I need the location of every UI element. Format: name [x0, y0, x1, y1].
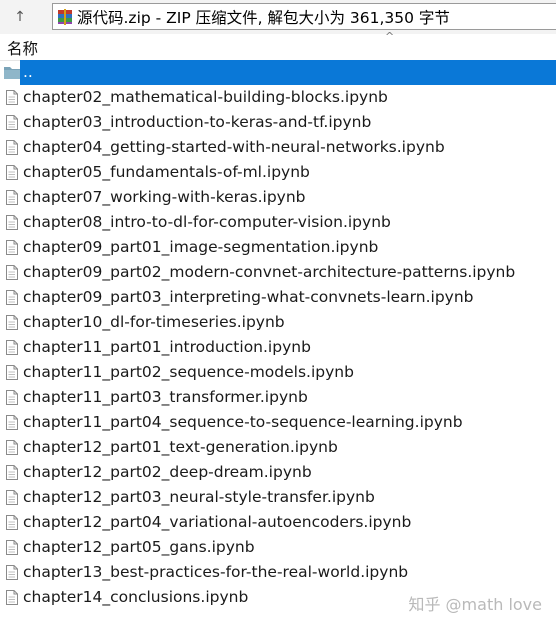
file-name: chapter08_intro-to-dl-for-computer-visio…	[23, 213, 391, 231]
file-name: chapter07_working-with-keras.ipynb	[23, 188, 306, 206]
document-icon	[6, 190, 18, 205]
address-bar[interactable]: 源代码.zip - ZIP 压缩文件, 解包大小为 361,350 字节	[52, 3, 556, 30]
file-name: chapter11_part01_introduction.ipynb	[23, 338, 311, 356]
file-name: chapter04_getting-started-with-neural-ne…	[23, 138, 445, 156]
document-icon	[6, 565, 18, 580]
column-header: 名称 ^	[0, 30, 556, 61]
sort-ascending-icon: ^	[385, 30, 395, 43]
file-name: chapter11_part04_sequence-to-sequence-le…	[23, 413, 463, 431]
document-icon	[6, 465, 18, 480]
file-name: chapter09_part03_interpreting-what-convn…	[23, 288, 474, 306]
document-icon	[6, 540, 18, 555]
document-icon	[6, 440, 18, 455]
document-icon	[6, 590, 18, 605]
document-icon	[6, 490, 18, 505]
document-icon	[6, 140, 18, 155]
document-icon	[6, 415, 18, 430]
file-row[interactable]: chapter12_part01_text-generation.ipynb	[0, 435, 556, 460]
file-name: chapter05_fundamentals-of-ml.ipynb	[23, 163, 310, 181]
file-name: chapter12_part05_gans.ipynb	[23, 538, 255, 556]
document-icon	[6, 265, 18, 280]
file-row[interactable]: chapter11_part03_transformer.ipynb	[0, 385, 556, 410]
file-name: chapter13_best-practices-for-the-real-wo…	[23, 563, 409, 581]
file-row[interactable]: chapter08_intro-to-dl-for-computer-visio…	[0, 210, 556, 235]
file-name: chapter10_dl-for-timeseries.ipynb	[23, 313, 285, 331]
file-name: chapter11_part03_transformer.ipynb	[23, 388, 308, 406]
file-row[interactable]: chapter09_part03_interpreting-what-convn…	[0, 285, 556, 310]
file-row[interactable]: chapter07_working-with-keras.ipynb	[0, 185, 556, 210]
rar-archive-icon	[58, 8, 72, 25]
file-row[interactable]: chapter13_best-practices-for-the-real-wo…	[0, 560, 556, 585]
document-icon	[6, 90, 18, 105]
document-icon	[6, 165, 18, 180]
file-row[interactable]: chapter12_part02_deep-dream.ipynb	[0, 460, 556, 485]
file-row[interactable]: chapter03_introduction-to-keras-and-tf.i…	[0, 110, 556, 135]
document-icon	[6, 515, 18, 530]
file-name: chapter09_part02_modern-convnet-architec…	[23, 263, 516, 281]
document-icon	[6, 390, 18, 405]
file-list: .. chapter02_mathematical-building-blocks…	[0, 60, 556, 610]
document-icon	[6, 240, 18, 255]
file-row[interactable]: chapter12_part04_variational-autoencoder…	[0, 510, 556, 535]
path-toolbar: ↑ 源代码.zip - ZIP 压缩文件, 解包大小为 361,350 字节	[0, 0, 556, 35]
archive-path-text: 源代码.zip - ZIP 压缩文件, 解包大小为 361,350 字节	[77, 8, 450, 27]
arrow-up-icon: ↑	[14, 9, 26, 25]
file-name: chapter09_part01_image-segmentation.ipyn…	[23, 238, 379, 256]
file-row[interactable]: chapter11_part04_sequence-to-sequence-le…	[0, 410, 556, 435]
file-name: chapter12_part01_text-generation.ipynb	[23, 438, 338, 456]
document-icon	[6, 365, 18, 380]
folder-icon	[4, 67, 20, 79]
file-row[interactable]: chapter10_dl-for-timeseries.ipynb	[0, 310, 556, 335]
file-name: chapter02_mathematical-building-blocks.i…	[23, 88, 388, 106]
document-icon	[6, 115, 18, 130]
file-row[interactable]: chapter12_part05_gans.ipynb	[0, 535, 556, 560]
file-row[interactable]: chapter02_mathematical-building-blocks.i…	[0, 85, 556, 110]
file-row[interactable]: chapter05_fundamentals-of-ml.ipynb	[0, 160, 556, 185]
file-name: chapter14_conclusions.ipynb	[23, 588, 249, 606]
file-row[interactable]: chapter04_getting-started-with-neural-ne…	[0, 135, 556, 160]
up-folder-button[interactable]: ↑	[6, 6, 34, 28]
file-row[interactable]: chapter12_part03_neural-style-transfer.i…	[0, 485, 556, 510]
file-name: ..	[20, 60, 556, 85]
file-row[interactable]: chapter09_part01_image-segmentation.ipyn…	[0, 235, 556, 260]
parent-folder-row[interactable]: ..	[0, 60, 556, 85]
document-icon	[6, 315, 18, 330]
document-icon	[6, 290, 18, 305]
document-icon	[6, 340, 18, 355]
file-row[interactable]: chapter11_part01_introduction.ipynb	[0, 335, 556, 360]
file-name: chapter11_part02_sequence-models.ipynb	[23, 363, 354, 381]
watermark: 知乎 @math love	[408, 595, 542, 614]
name-column-header[interactable]: 名称	[7, 37, 38, 59]
file-row[interactable]: chapter09_part02_modern-convnet-architec…	[0, 260, 556, 285]
document-icon	[6, 215, 18, 230]
file-name: chapter12_part04_variational-autoencoder…	[23, 513, 412, 531]
file-name: chapter03_introduction-to-keras-and-tf.i…	[23, 113, 372, 131]
file-name: chapter12_part02_deep-dream.ipynb	[23, 463, 312, 481]
file-row[interactable]: chapter11_part02_sequence-models.ipynb	[0, 360, 556, 385]
file-name: chapter12_part03_neural-style-transfer.i…	[23, 488, 375, 506]
